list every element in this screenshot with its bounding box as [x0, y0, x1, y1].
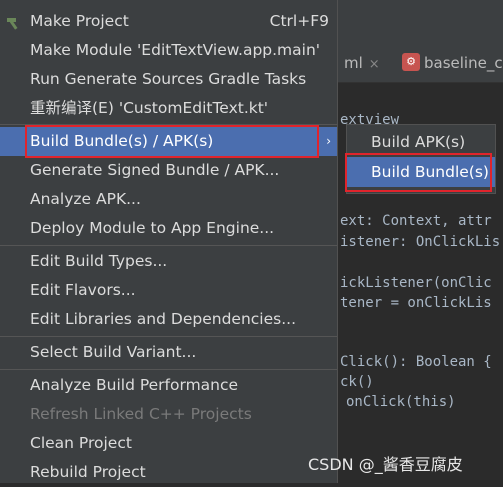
- menu-item-run-generate-sources[interactable]: Run Generate Sources Gradle Tasks: [0, 65, 337, 94]
- menu-item-label: Make Module 'EditTextView.app.main': [30, 41, 321, 59]
- editor-top-strip: [330, 0, 503, 44]
- gradle-icon: ⚙: [402, 53, 420, 71]
- code-line: tener = onClickLis: [340, 295, 492, 311]
- menu-item-analyze-build-performance[interactable]: Analyze Build Performance: [0, 371, 337, 400]
- menu-item-analyze-apk[interactable]: Analyze APK...: [0, 185, 337, 214]
- menu-item-select-build-variant[interactable]: Select Build Variant...: [0, 338, 337, 367]
- menu-separator: [0, 245, 337, 246]
- menu-item-deploy-app-engine[interactable]: Deploy Module to App Engine...: [0, 214, 337, 243]
- highlight-box-build-bundle-apk: [25, 125, 319, 158]
- menu-item-refresh-cpp: Refresh Linked C++ Projects: [0, 400, 337, 429]
- menu-item-clean-project[interactable]: Clean Project: [0, 429, 337, 458]
- menu-item-label: Analyze APK...: [30, 190, 141, 208]
- menu-item-label: Clean Project: [30, 434, 132, 452]
- menu-item-label: Select Build Variant...: [30, 343, 197, 361]
- menu-item-label: Refresh Linked C++ Projects: [30, 405, 252, 423]
- hammer-icon: [7, 18, 18, 30]
- build-menu: Make Project Ctrl+F9 Make Module 'EditTe…: [0, 0, 338, 483]
- tab-close-icon[interactable]: ×: [369, 57, 380, 72]
- menu-item-edit-flavors[interactable]: Edit Flavors...: [0, 276, 337, 305]
- menu-item-label: Deploy Module to App Engine...: [30, 219, 275, 237]
- code-line: ext: Context, attr: [340, 213, 492, 229]
- menu-item-shortcut: Ctrl+F9: [269, 12, 329, 30]
- code-line: ck(): [340, 374, 374, 390]
- tab-label: ml: [344, 54, 363, 72]
- menu-item-label: Edit Flavors...: [30, 281, 136, 299]
- code-line: istener: OnClickLis: [340, 234, 501, 250]
- menu-item-label: Run Generate Sources Gradle Tasks: [30, 70, 307, 88]
- menu-item-label: Make Project: [30, 12, 129, 30]
- tab-label: baseline_c: [424, 54, 503, 72]
- highlight-box-build-bundle: [345, 153, 492, 192]
- menu-separator: [0, 336, 337, 337]
- code-line: ickListener(onClic: [340, 275, 492, 291]
- menu-item-label: Analyze Build Performance: [30, 376, 239, 394]
- menu-separator: [0, 369, 337, 370]
- menu-item-make-module[interactable]: Make Module 'EditTextView.app.main': [0, 36, 337, 65]
- menu-item-recompile[interactable]: 重新编译(E) 'CustomEditText.kt': [0, 94, 337, 123]
- menu-item-generate-signed[interactable]: Generate Signed Bundle / APK...: [0, 156, 337, 185]
- menu-item-label: 重新编译(E) 'CustomEditText.kt': [30, 99, 269, 117]
- menu-item-label: Generate Signed Bundle / APK...: [30, 161, 280, 179]
- watermark: CSDN @_酱香豆腐皮: [308, 455, 463, 474]
- editor-tab-ml[interactable]: ml ×: [344, 44, 380, 82]
- submenu-arrow-icon: ›: [326, 134, 331, 148]
- menu-item-edit-build-types[interactable]: Edit Build Types...: [0, 247, 337, 276]
- code-line: Click(): Boolean {: [340, 354, 492, 370]
- menu-item-label: Edit Build Types...: [30, 252, 168, 270]
- menu-item-edit-libraries[interactable]: Edit Libraries and Dependencies...: [0, 305, 337, 334]
- editor-tab-baseline[interactable]: baseline_c: [424, 44, 503, 82]
- menu-item-make-project[interactable]: Make Project Ctrl+F9: [0, 7, 337, 36]
- code-line: onClick(this): [346, 394, 456, 410]
- menu-item-label: Edit Libraries and Dependencies...: [30, 310, 296, 328]
